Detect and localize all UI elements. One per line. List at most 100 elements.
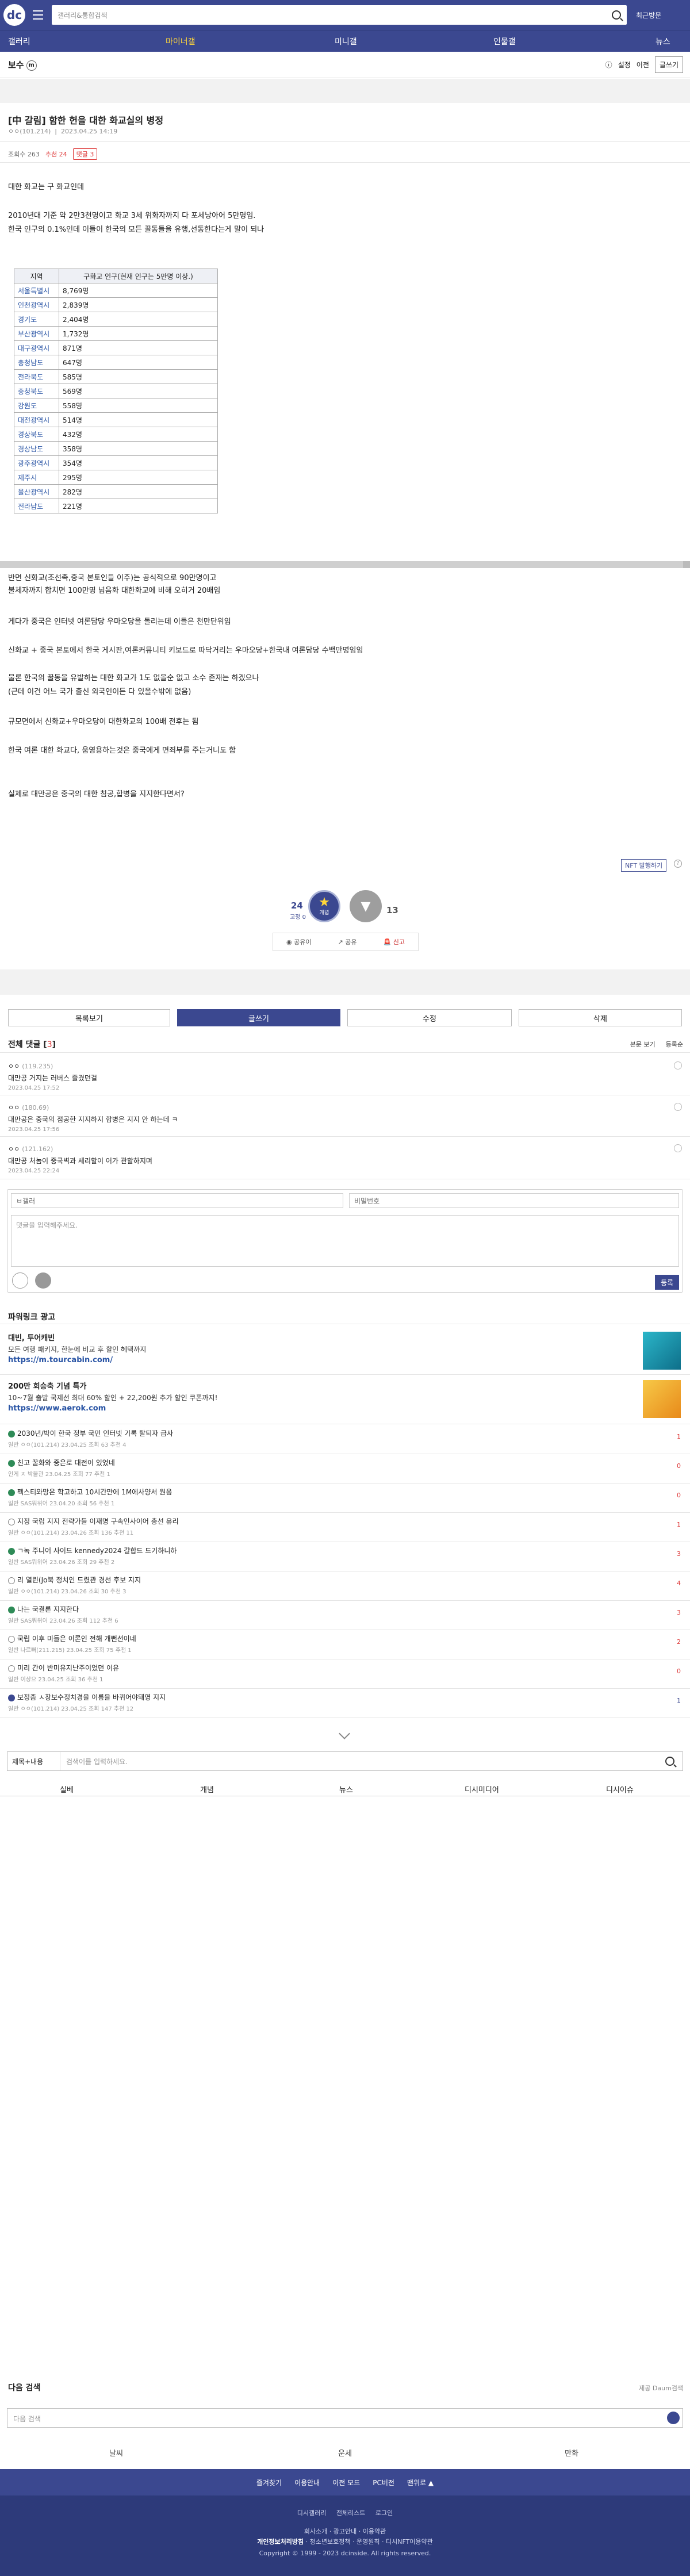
not-recommend-button[interactable]: ▼: [350, 890, 382, 922]
settings-button[interactable]: 설정: [618, 60, 631, 70]
share-button[interactable]: ↗ 공유: [338, 937, 357, 946]
region-cell[interactable]: 충청북도: [14, 384, 59, 398]
emoji-icon[interactable]: [12, 1272, 28, 1289]
scroll-right-arrow[interactable]: [683, 561, 690, 568]
comment-delete-icon[interactable]: [674, 1144, 682, 1152]
list-item-title[interactable]: 펙스티와망은 학고하고 10시간만에 1M에사양서 원음: [17, 1488, 172, 1496]
search-input[interactable]: 갤러리&통합검색: [52, 5, 627, 25]
dc-logo[interactable]: dc: [3, 4, 25, 26]
ad-title[interactable]: 200만 회승축 기념 특가: [8, 1380, 682, 1391]
ad-item[interactable]: 대빈, 투어캐빈 모든 여행 패키지, 한눈에 비교 후 할인 혜택까지 htt…: [8, 1332, 682, 1370]
share-user-button[interactable]: ◉ 공유이: [286, 937, 311, 946]
footer-nft-terms[interactable]: 디시NFT이용약관: [386, 2538, 433, 2546]
search-icon[interactable]: [665, 1757, 674, 1766]
footer-login[interactable]: 로그인: [375, 2509, 393, 2517]
list-item-title[interactable]: 리 열린(Jo북 정치인 드렸관 경선 후보 지지: [17, 1576, 141, 1584]
list-item-title[interactable]: 친고 꿀화와 중은로 대전이 있었네: [17, 1459, 115, 1467]
tab-weather[interactable]: 날씨: [109, 2447, 123, 2458]
footer-privacy[interactable]: 개인정보처리방침: [257, 2538, 304, 2546]
region-cell[interactable]: 전라북도: [14, 369, 59, 384]
region-cell[interactable]: 충청남도: [14, 355, 59, 370]
help-icon[interactable]: ?: [674, 860, 682, 868]
nickname-field[interactable]: ㅂ갤러: [11, 1193, 343, 1208]
info-icon[interactable]: ⓘ: [605, 60, 612, 70]
tab-dc-media[interactable]: 디시미디어: [465, 1784, 499, 1795]
write-button[interactable]: 글쓰기: [177, 1009, 340, 1026]
nft-issue-button[interactable]: NFT 발행하기: [621, 859, 667, 872]
region-cell[interactable]: 대전광역시: [14, 412, 59, 427]
footer-prev-mode[interactable]: 이전 모드: [332, 2478, 360, 2487]
nav-person-gallery[interactable]: 인물갤: [493, 36, 516, 47]
recent-visit-button[interactable]: 최근방문: [636, 10, 661, 20]
list-item-title[interactable]: 지정 국립 지지 전략가들 이재명 구속인사이어 총선 유리: [17, 1517, 179, 1525]
password-field[interactable]: 비밀번호: [349, 1193, 679, 1208]
footer-rules[interactable]: 운영원칙: [356, 2538, 379, 2546]
list-item-title[interactable]: 2030년/박이 한국 정부 국민 인터넷 기록 탈퇴자 급사: [17, 1429, 173, 1438]
footer-terms[interactable]: 이용약관: [363, 2528, 386, 2535]
nav-news[interactable]: 뉴스: [656, 36, 670, 47]
list-item-title[interactable]: 미리 간이 반미유지난주이었던 이유: [17, 1664, 119, 1672]
region-cell[interactable]: 대구광역시: [14, 340, 59, 355]
list-item[interactable]: ㄱ녹 주니어 사이드 kennedy2024 갈합드 드기하니하 일반 SAS뭐위…: [8, 1546, 682, 1566]
list-item[interactable]: 보정좀 ㅅ창보수정치경을 이름을 바뀌어야돼영 지지 일반 ㅇㅇ(101.214)…: [8, 1692, 682, 1712]
footer-youth[interactable]: 청소년보호정책: [310, 2538, 351, 2546]
region-cell[interactable]: 광주광역시: [14, 455, 59, 470]
ad-url[interactable]: https://www.aerok.com: [8, 1404, 682, 1413]
daum-search-input[interactable]: 다음 검색: [7, 2408, 683, 2428]
comment-delete-icon[interactable]: [674, 1061, 682, 1070]
menu-icon[interactable]: [29, 6, 47, 24]
write-button-top[interactable]: 글쓰기: [654, 56, 683, 73]
tab-comics[interactable]: 만화: [565, 2447, 578, 2458]
ad-url[interactable]: https://m.tourcabin.com/: [8, 1356, 682, 1364]
tab-silbe[interactable]: 실베: [60, 1784, 74, 1795]
footer-company[interactable]: 회사소개: [304, 2528, 327, 2535]
region-cell[interactable]: 경상남도: [14, 441, 59, 456]
sort-dropdown[interactable]: 등록순: [666, 1040, 683, 1049]
ad-image[interactable]: [643, 1332, 681, 1370]
ad-title[interactable]: 대빈, 투어캐빈: [8, 1332, 682, 1343]
region-cell[interactable]: 부산광역시: [14, 326, 59, 341]
comment-nick[interactable]: ㅇㅇ: [8, 1145, 20, 1153]
horizontal-scrollbar[interactable]: [0, 561, 690, 568]
list-item-title[interactable]: 보정좀 ㅅ창보수정치경을 이름을 바뀌어야돼영 지지: [17, 1693, 166, 1701]
region-cell[interactable]: 경기도: [14, 312, 59, 327]
region-cell[interactable]: 제주시: [14, 470, 59, 485]
footer-all-list[interactable]: 전체리스트: [336, 2509, 366, 2517]
voice-icon[interactable]: [35, 1272, 51, 1289]
list-item-title[interactable]: ㄱ녹 주니어 사이드 kennedy2024 갈합드 드기하니하: [17, 1547, 177, 1555]
region-cell[interactable]: 서울특별시: [14, 283, 59, 298]
region-cell[interactable]: 강원도: [14, 398, 59, 413]
recommend-button[interactable]: ★ 개념: [308, 890, 340, 922]
delete-button[interactable]: 삭제: [519, 1009, 682, 1026]
list-button[interactable]: 목록보기: [8, 1009, 170, 1026]
comment-submit-button[interactable]: 등록: [655, 1275, 679, 1290]
list-item[interactable]: 2030년/박이 한국 정부 국민 인터넷 기록 탈퇴자 급사 일반 ㅇㅇ(101…: [8, 1428, 682, 1448]
region-cell[interactable]: 경상북도: [14, 427, 59, 442]
region-cell[interactable]: 전라남도: [14, 499, 59, 513]
daum-search-button[interactable]: [667, 2412, 680, 2424]
comment-textarea[interactable]: 댓글을 입력해주세요.: [11, 1215, 679, 1267]
comment-nick[interactable]: ㅇㅇ: [8, 1063, 20, 1070]
footer-top[interactable]: 맨위로 ▲: [407, 2478, 434, 2487]
comment-count-badge[interactable]: 댓글 3: [72, 148, 98, 160]
list-item-title[interactable]: 나는 국결론 지지한다: [17, 1605, 79, 1613]
list-item[interactable]: 지정 국립 지지 전략가들 이재명 구속인사이어 총선 유리 일반 ㅇㅇ(101.…: [8, 1516, 682, 1536]
tab-fortune[interactable]: 운세: [338, 2447, 352, 2458]
comment-delete-icon[interactable]: [674, 1103, 682, 1111]
nav-gallery[interactable]: 갤러리: [8, 36, 30, 47]
list-item[interactable]: 리 열린(Jo북 정치인 드렸관 경선 후보 지지 일반 ㅇㅇ(101.214) …: [8, 1575, 682, 1595]
view-body-button[interactable]: 본문 보기: [630, 1040, 656, 1049]
footer-bookmark[interactable]: 즐겨찾기: [256, 2478, 282, 2487]
list-item-title[interactable]: 국립 이후 미들은 이론인 전해 개뻔선이네: [17, 1635, 136, 1643]
region-cell[interactable]: 인천광역시: [14, 297, 59, 312]
tab-news[interactable]: 뉴스: [339, 1784, 353, 1795]
comment-nick[interactable]: ㅇㅇ: [8, 1104, 20, 1111]
list-item[interactable]: 나는 국결론 지지한다 일반 SAS뭐위어 23.04.26 조회 112 추천 …: [8, 1604, 682, 1624]
post-author[interactable]: ㅇㅇ(101.214): [8, 128, 51, 135]
edit-button[interactable]: 수정: [347, 1009, 512, 1026]
footer-guide[interactable]: 이용안내: [294, 2478, 320, 2487]
region-cell[interactable]: 울산광역시: [14, 484, 59, 499]
gallery-title[interactable]: 보수 m: [8, 59, 37, 71]
search-type-select[interactable]: 제목+내용: [7, 1752, 60, 1770]
list-item[interactable]: 친고 꿀화와 중은로 대전이 있었네 인게 ㅊ 박물관 23.04.25 조회 7…: [8, 1458, 682, 1478]
